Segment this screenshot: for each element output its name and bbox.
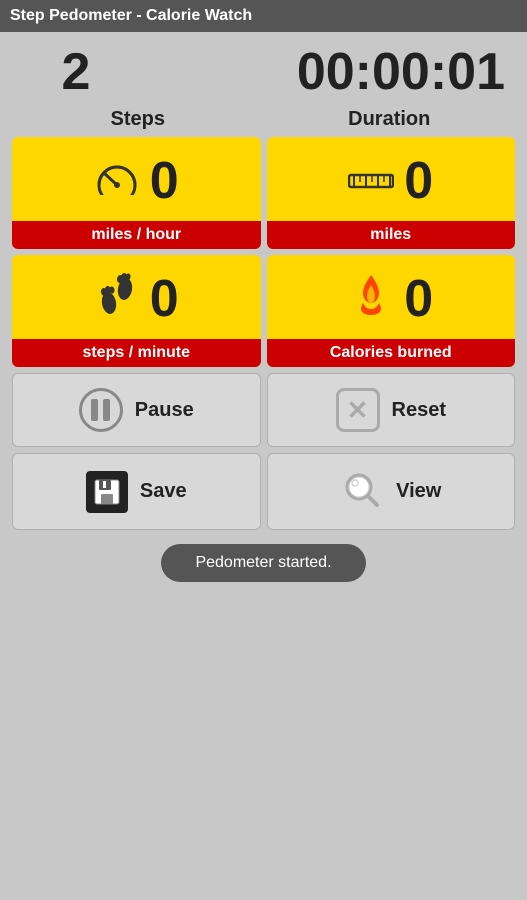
column-labels: Steps Duration xyxy=(12,108,515,131)
speed-value: 0 xyxy=(150,151,179,211)
footprints-icon xyxy=(94,273,140,326)
save-icon xyxy=(86,471,128,513)
calories-card-top: 0 xyxy=(267,255,516,339)
speed-card-top: 0 xyxy=(12,137,261,221)
save-label: Save xyxy=(140,480,187,503)
view-button[interactable]: View xyxy=(267,453,516,530)
action-buttons-row2: Save View xyxy=(12,453,515,530)
pause-label: Pause xyxy=(135,399,194,422)
speedometer-icon xyxy=(94,159,140,203)
calories-card: 0 Calories burned xyxy=(267,255,516,367)
calories-value: 0 xyxy=(404,269,433,329)
reset-button[interactable]: ✕ Reset xyxy=(267,373,516,447)
duration-label: Duration xyxy=(264,108,516,131)
steps-card: 0 steps / minute xyxy=(12,255,261,367)
calories-label: Calories burned xyxy=(267,339,516,367)
flame-icon xyxy=(348,273,394,326)
speed-card: 0 miles / hour xyxy=(12,137,261,249)
top-stats-row: 2 00:00:01 xyxy=(12,42,515,102)
distance-card: 0 miles xyxy=(267,137,516,249)
reset-label: Reset xyxy=(392,399,446,422)
magnifier-icon xyxy=(340,468,384,515)
steps-card-top: 0 xyxy=(12,255,261,339)
steps-per-min-value: 0 xyxy=(150,269,179,329)
distance-value: 0 xyxy=(404,151,433,211)
timer-display: 00:00:01 xyxy=(136,42,511,102)
pause-button[interactable]: Pause xyxy=(12,373,261,447)
main-content: 2 00:00:01 Steps Duration 0 miles / h xyxy=(0,32,527,592)
ruler-icon xyxy=(348,160,394,202)
app-title: Step Pedometer - Calorie Watch xyxy=(10,7,252,25)
pause-icon xyxy=(79,388,123,432)
action-buttons-row1: Pause ✕ Reset xyxy=(12,373,515,447)
metrics-grid: 0 miles / hour xyxy=(12,137,515,367)
status-bar: Pedometer started. xyxy=(12,544,515,582)
view-label: View xyxy=(396,480,441,503)
speed-label: miles / hour xyxy=(12,221,261,249)
save-button[interactable]: Save xyxy=(12,453,261,530)
distance-card-top: 0 xyxy=(267,137,516,221)
steps-per-min-label: steps / minute xyxy=(12,339,261,367)
step-count-display: 2 xyxy=(16,42,136,102)
steps-label: Steps xyxy=(12,108,264,131)
distance-label: miles xyxy=(267,221,516,249)
title-bar: Step Pedometer - Calorie Watch xyxy=(0,0,527,32)
reset-icon: ✕ xyxy=(336,388,380,432)
status-message: Pedometer started. xyxy=(161,544,365,582)
